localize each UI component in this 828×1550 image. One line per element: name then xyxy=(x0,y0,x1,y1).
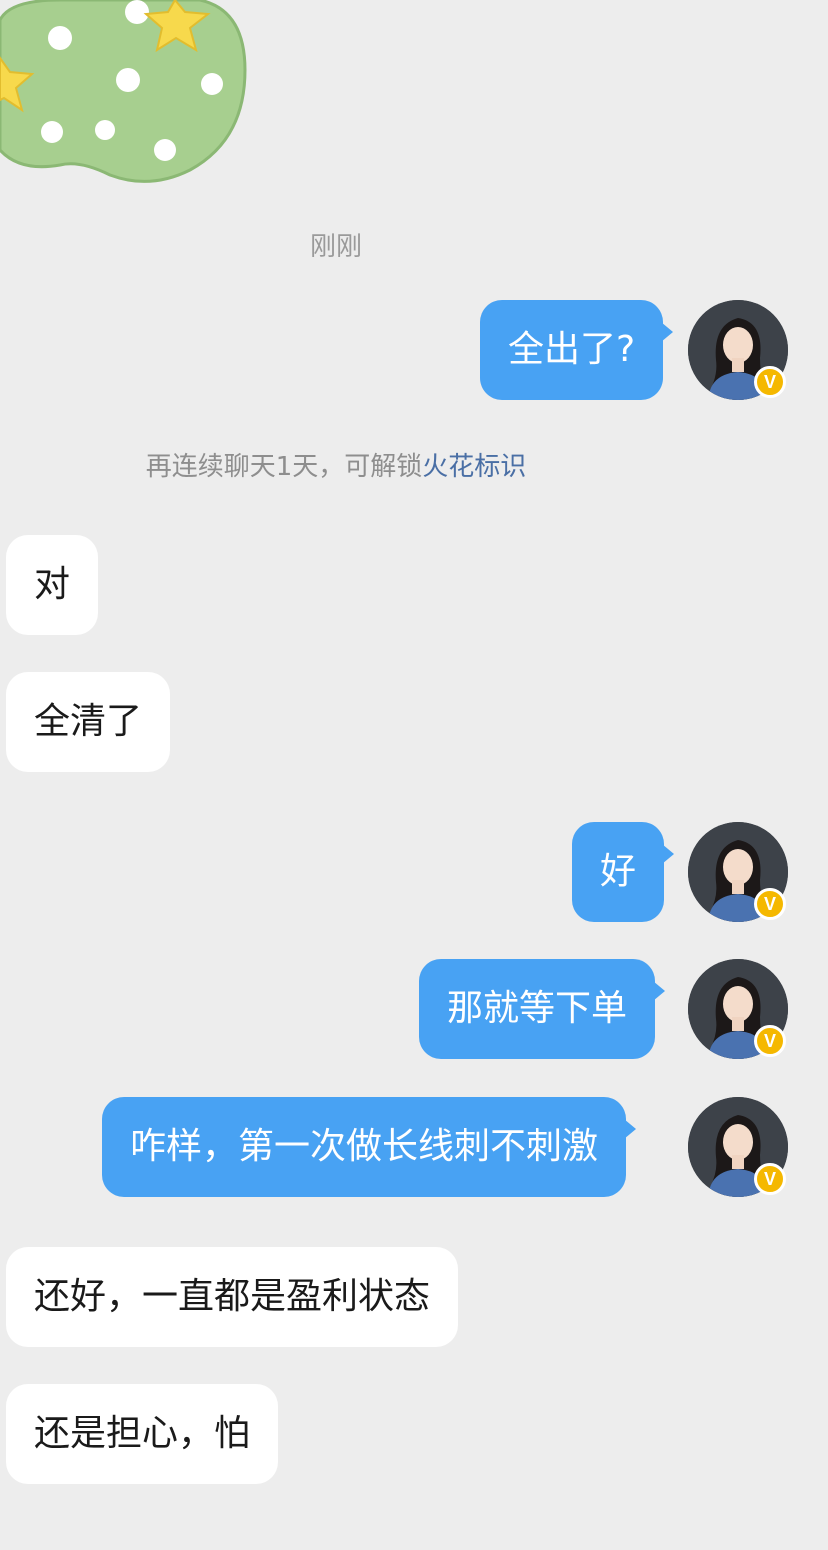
incoming-message-bubble[interactable]: 对 xyxy=(6,535,99,635)
outgoing-message-bubble[interactable]: 好 xyxy=(572,822,675,922)
verified-badge-icon: V xyxy=(754,888,786,920)
verified-badge-icon: V xyxy=(754,1163,786,1195)
chat-screen: 刚刚 全出了? V 再连续聊天1天，可解锁火花标识 对 全清了 好 V 那就等下… xyxy=(0,0,828,1550)
system-tip: 再连续聊天1天，可解锁火花标识 xyxy=(0,446,672,483)
incoming-message-bubble[interactable]: 还好，一直都是盈利状态 xyxy=(6,1247,459,1347)
system-tip-text: 再连续聊天1天，可解锁 xyxy=(145,452,423,482)
spark-badge-link[interactable]: 火花标识 xyxy=(422,452,526,482)
outgoing-message-bubble[interactable]: 全出了? xyxy=(480,300,674,400)
incoming-message-bubble[interactable]: 还是担心，怕 xyxy=(6,1384,279,1484)
verified-badge-icon: V xyxy=(754,366,786,398)
outgoing-message-bubble[interactable]: 那就等下单 xyxy=(419,959,666,1059)
outgoing-message-bubble[interactable]: 咋样，第一次做长线刺不刺激 xyxy=(102,1097,637,1197)
verified-badge-icon: V xyxy=(754,1025,786,1057)
incoming-message-bubble[interactable]: 全清了 xyxy=(6,672,171,772)
message-timestamp: 刚刚 xyxy=(309,232,362,262)
cactus-sticker[interactable] xyxy=(0,0,250,185)
